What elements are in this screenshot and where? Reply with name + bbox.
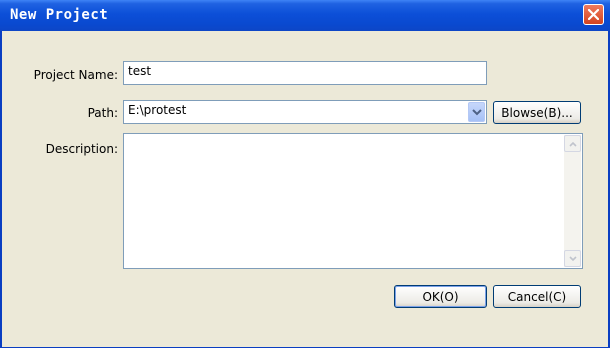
window-title: New Project [10,7,109,23]
browse-button-label: Blowse(B)... [501,105,573,120]
ok-button[interactable]: OK(O) [394,285,487,308]
chevron-down-icon [569,256,577,262]
browse-button[interactable]: Blowse(B)... [493,101,581,124]
project-name-label: Project Name: [33,68,118,82]
project-name-value: test [128,64,152,78]
title-bar[interactable]: New Project [0,0,610,31]
path-combobox[interactable]: E:\protest [123,100,487,124]
cancel-button[interactable]: Cancel(C) [493,285,581,308]
description-scrollbar[interactable] [564,135,581,267]
close-icon [588,9,599,20]
scroll-down-button[interactable] [564,250,581,267]
description-label: Description: [45,142,118,156]
chevron-up-icon [569,141,577,147]
new-project-dialog: New Project Project Name: test Path: E:\… [0,0,610,348]
close-button[interactable] [583,4,604,25]
path-value: E:\protest [128,103,187,117]
chevron-down-icon [472,109,482,116]
description-textarea[interactable] [123,133,583,269]
project-name-input[interactable]: test [123,61,487,85]
path-dropdown-button[interactable] [468,102,485,122]
scroll-up-button[interactable] [564,135,581,152]
cancel-button-label: Cancel(C) [507,289,567,304]
ok-button-label: OK(O) [422,289,459,304]
path-label: Path: [87,106,118,120]
